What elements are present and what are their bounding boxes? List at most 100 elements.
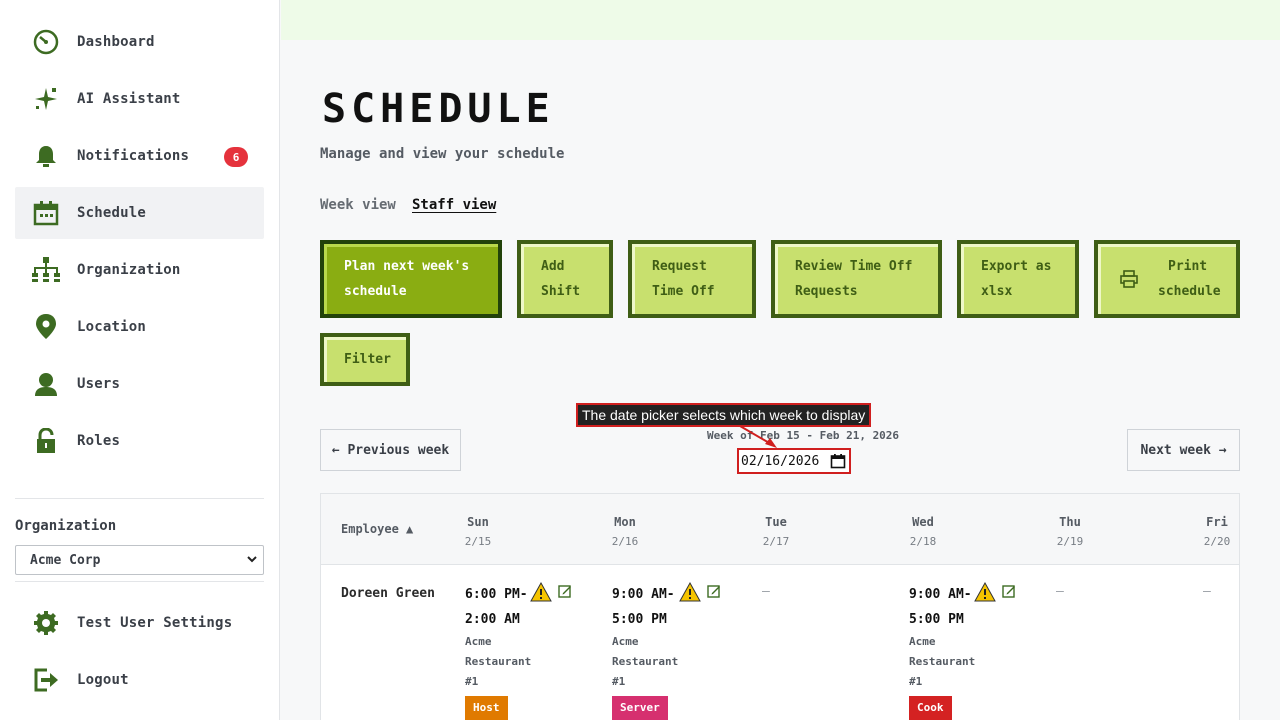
schedule-table: Employee ▲ Sun 2/15 Mon 2/16 Tue 2/17 We… xyxy=(320,493,1240,720)
dashboard-icon xyxy=(30,26,62,58)
tab-week-view[interactable]: Week view xyxy=(320,197,396,213)
sidebar-item-logout[interactable]: Logout xyxy=(15,654,264,706)
button-label: Review Time Off xyxy=(795,259,913,274)
table-header: Employee ▲ Sun 2/15 Mon 2/16 Tue 2/17 We… xyxy=(321,494,1239,565)
shift-location: #1 xyxy=(909,675,923,688)
role-tag: Host xyxy=(465,696,508,720)
sidebar-item-organization[interactable]: Organization xyxy=(15,244,264,296)
sidebar-item-users[interactable]: Users xyxy=(15,358,264,410)
sidebar-item-dashboard[interactable]: Dashboard xyxy=(15,16,264,68)
shift-cell[interactable]: 6:00 PM- 2:00 AM Acme Restaurant #1 Host xyxy=(465,582,595,720)
button-label: Print xyxy=(1168,259,1208,274)
button-label: xlsx xyxy=(981,284,1013,299)
sidebar-item-label: Roles xyxy=(77,433,121,449)
warning-icon[interactable] xyxy=(530,582,552,602)
sidebar-item-label: Logout xyxy=(77,672,129,688)
shift-cell[interactable]: 9:00 AM- 5:00 PM Acme Restaurant #1 Serv… xyxy=(612,582,742,720)
employee-column-header[interactable]: Employee ▲ xyxy=(341,522,413,536)
sidebar-item-label: Schedule xyxy=(77,205,147,221)
edit-icon[interactable] xyxy=(558,584,572,598)
location-pin-icon xyxy=(30,311,62,343)
sidebar-item-label: AI Assistant xyxy=(77,91,181,107)
empty-shift-cell[interactable]: – xyxy=(762,584,770,599)
day-name: Mon xyxy=(614,515,636,529)
organization-select[interactable]: Acme Corp xyxy=(15,545,264,575)
date-value: 02/16/2026 xyxy=(741,453,820,469)
role-tag: Server xyxy=(612,696,668,720)
day-header-mon: Mon 2/16 xyxy=(595,512,655,552)
warning-icon[interactable] xyxy=(679,582,701,602)
day-date: 2/16 xyxy=(611,535,639,548)
sidebar-item-ai-assistant[interactable]: AI Assistant xyxy=(15,73,264,125)
sidebar-item-label: Users xyxy=(77,376,121,392)
day-header-thu: Thu 2/19 xyxy=(1040,512,1100,552)
day-name: Thu xyxy=(1059,515,1081,529)
button-label: Add xyxy=(541,259,565,274)
shift-location: Acme xyxy=(465,635,492,648)
gear-icon xyxy=(30,607,62,639)
sidebar-divider xyxy=(15,498,264,499)
day-date: 2/15 xyxy=(464,535,492,548)
button-label: Plan next week's xyxy=(344,259,470,274)
day-name: Sun xyxy=(467,515,489,529)
previous-week-button[interactable]: ← Previous week xyxy=(320,429,461,471)
shift-location: #1 xyxy=(612,675,626,688)
shift-location: Acme xyxy=(612,635,639,648)
export-xlsx-button[interactable]: Export as xlsx xyxy=(957,240,1079,318)
day-header-tue: Tue 2/17 xyxy=(746,512,806,552)
printer-icon xyxy=(1120,270,1138,288)
shift-time-end: 5:00 PM xyxy=(612,612,667,627)
add-shift-button[interactable]: Add Shift xyxy=(517,240,613,318)
review-time-off-button[interactable]: Review Time Off Requests xyxy=(771,240,942,318)
filter-button[interactable]: Filter xyxy=(320,333,410,386)
button-label: Filter xyxy=(344,352,391,367)
callout-arrow xyxy=(739,425,777,448)
button-label: Request xyxy=(652,259,707,274)
page-title: SCHEDULE xyxy=(322,86,555,132)
empty-shift-cell[interactable]: – xyxy=(1056,584,1064,599)
sidebar-item-settings[interactable]: Test User Settings xyxy=(15,597,264,649)
employee-name: Doreen Green xyxy=(341,586,435,601)
shift-time-end: 5:00 PM xyxy=(909,612,964,627)
calendar-icon[interactable] xyxy=(830,453,846,469)
day-header-wed: Wed 2/18 xyxy=(893,512,953,552)
sidebar-item-label: Test User Settings xyxy=(77,615,233,631)
shift-location: #1 xyxy=(465,675,479,688)
day-name: Wed xyxy=(912,515,934,529)
day-name: Fri xyxy=(1206,515,1228,529)
empty-shift-cell[interactable]: – xyxy=(1203,584,1211,599)
tab-staff-view[interactable]: Staff view xyxy=(412,197,496,213)
button-label: schedule xyxy=(1158,284,1221,299)
sidebar-divider xyxy=(15,581,264,582)
sidebar-item-schedule[interactable]: Schedule xyxy=(15,187,264,239)
day-date: 2/19 xyxy=(1056,535,1084,548)
role-tag: Cook xyxy=(909,696,952,720)
button-label: Requests xyxy=(795,284,858,299)
sidebar-item-label: Organization xyxy=(77,262,181,278)
sidebar: Dashboard AI Assistant Notifications 6 S… xyxy=(0,0,280,720)
edit-icon[interactable] xyxy=(1002,584,1016,598)
sidebar-item-notifications[interactable]: Notifications 6 xyxy=(15,130,264,182)
sidebar-item-location[interactable]: Location xyxy=(15,301,264,353)
lock-icon xyxy=(30,425,62,457)
edit-icon[interactable] xyxy=(707,584,721,598)
button-label: schedule xyxy=(344,284,407,299)
shift-time-end: 2:00 AM xyxy=(465,612,520,627)
logout-icon xyxy=(30,664,62,696)
sidebar-item-more[interactable] xyxy=(15,472,264,492)
sidebar-item-roles[interactable]: Roles xyxy=(15,415,264,467)
shift-cell[interactable]: 9:00 AM- 5:00 PM Acme Restaurant #1 Cook xyxy=(909,582,1039,720)
day-header-sun: Sun 2/15 xyxy=(448,512,508,552)
day-name: Tue xyxy=(765,515,787,529)
sidebar-item-label: Location xyxy=(77,319,147,335)
next-week-button[interactable]: Next week → xyxy=(1127,429,1240,471)
print-schedule-button[interactable]: Print schedule xyxy=(1094,240,1240,318)
organization-selected-value: Acme Corp xyxy=(30,552,101,568)
plan-next-week-button[interactable]: Plan next week's schedule xyxy=(320,240,502,318)
button-label: Export as xyxy=(981,259,1052,274)
calendar-icon xyxy=(30,197,62,229)
partial-item-icon xyxy=(30,482,62,492)
request-time-off-button[interactable]: Request Time Off xyxy=(628,240,756,318)
day-date: 2/18 xyxy=(909,535,937,548)
warning-icon[interactable] xyxy=(974,582,996,602)
